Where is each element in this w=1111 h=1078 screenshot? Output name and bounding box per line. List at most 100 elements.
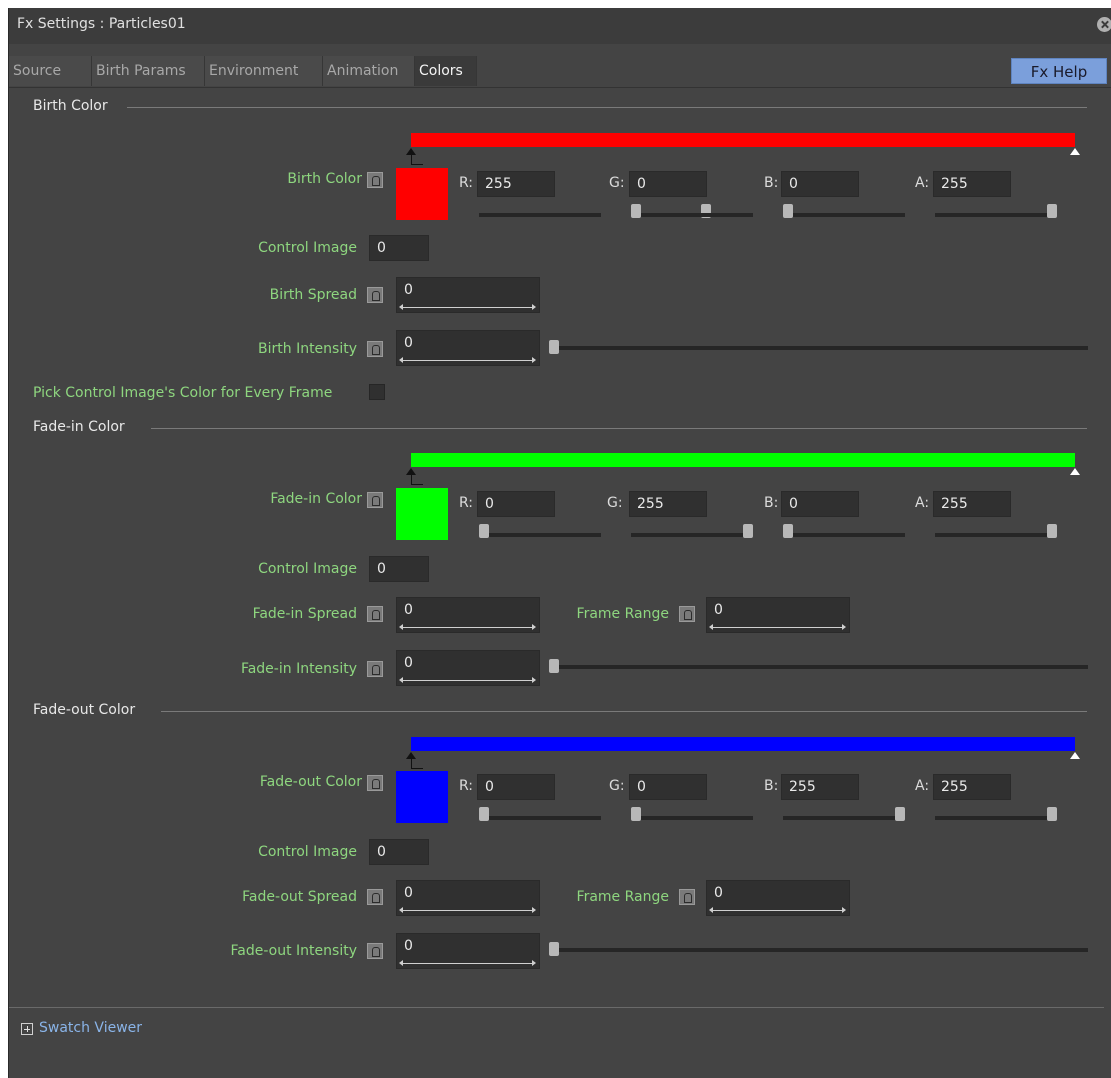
fade-in-intensity-slider[interactable] [549, 665, 1088, 669]
fade-in-control-image-field[interactable]: 0 [369, 556, 429, 582]
fade-in-g-field[interactable]: 255 [629, 491, 707, 517]
birth-r-slider[interactable] [479, 213, 601, 217]
fade-out-intensity-field[interactable]: 0 [396, 933, 540, 969]
pick-control-image-color-checkbox[interactable] [369, 384, 385, 400]
fade-out-b-slider-handle[interactable] [895, 807, 905, 821]
gradient-start-marker[interactable] [406, 752, 416, 759]
fade-out-spread-field[interactable]: 0 [396, 880, 540, 916]
gradient-start-marker[interactable] [406, 468, 416, 475]
birth-a-field[interactable]: 255 [933, 171, 1011, 197]
fx-help-button[interactable]: Fx Help [1011, 58, 1107, 84]
fade-out-color-label: Fade-out Color [259, 774, 362, 790]
birth-b-field[interactable]: 0 [781, 171, 859, 197]
birth-intensity-field[interactable]: 0 [396, 330, 540, 366]
fade-out-intensity-slider-handle[interactable] [549, 942, 559, 956]
b-label: B: [764, 778, 779, 794]
keyframe-icon[interactable] [367, 341, 383, 357]
close-icon[interactable] [1097, 17, 1111, 32]
birth-color-gradient-bar[interactable] [411, 133, 1075, 147]
fade-in-intensity-field[interactable]: 0 [396, 650, 540, 686]
tab-colors[interactable]: Colors [415, 56, 477, 86]
footer-divider [9, 1007, 1104, 1008]
gradient-start-marker[interactable] [406, 148, 416, 155]
r-label: R: [459, 495, 474, 511]
fade-in-b-field[interactable]: 0 [781, 491, 859, 517]
fade-out-a-field[interactable]: 255 [933, 774, 1011, 800]
fade-out-b-slider[interactable] [783, 816, 905, 820]
keyframe-icon[interactable] [367, 606, 383, 622]
expand-plus-icon[interactable] [21, 1023, 33, 1035]
fx-settings-window: Fx Settings : Particles01 Source Birth P… [8, 8, 1111, 1078]
birth-control-image-field[interactable]: 0 [369, 235, 429, 261]
fade-in-a-slider-handle[interactable] [1047, 524, 1057, 538]
birth-spread-field[interactable]: 0 [396, 277, 540, 313]
fade-in-b-slider[interactable] [783, 533, 905, 537]
gradient-end-marker[interactable] [1070, 148, 1080, 155]
birth-color-swatch[interactable] [396, 168, 448, 220]
gradient-end-marker[interactable] [1070, 468, 1080, 475]
fade-out-r-slider[interactable] [479, 816, 601, 820]
marker-link-icon [411, 155, 423, 165]
swatch-viewer-toggle[interactable]: Swatch Viewer [39, 1020, 142, 1036]
fade-in-control-image-label: Control Image [258, 561, 357, 577]
fade-out-color-swatch[interactable] [396, 771, 448, 823]
fade-in-r-slider-handle[interactable] [479, 524, 489, 538]
fade-out-r-slider-handle[interactable] [479, 807, 489, 821]
birth-g-field[interactable]: 0 [629, 171, 707, 197]
tab-source[interactable]: Source [9, 56, 92, 86]
fade-in-spread-label: Fade-in Spread [252, 606, 357, 622]
tab-bar: Source Birth Params Environment Animatio… [9, 46, 1111, 88]
fade-out-frame-range-field[interactable]: 0 [706, 880, 850, 916]
tab-birth-params[interactable]: Birth Params [92, 56, 205, 86]
fade-in-frame-range-label: Frame Range [576, 606, 669, 622]
fade-out-intensity-slider[interactable] [549, 948, 1088, 952]
fade-in-intensity-slider-handle[interactable] [549, 659, 559, 673]
tab-environment[interactable]: Environment [205, 56, 323, 86]
keyframe-icon[interactable] [367, 943, 383, 959]
tab-animation[interactable]: Animation [323, 56, 415, 86]
birth-b-slider[interactable] [783, 213, 905, 217]
fade-in-g-slider-handle[interactable] [743, 524, 753, 538]
fade-out-a-slider[interactable] [935, 816, 1057, 820]
gradient-end-marker[interactable] [1070, 752, 1080, 759]
a-label: A: [915, 778, 930, 794]
keyframe-icon[interactable] [679, 889, 695, 905]
keyframe-icon[interactable] [367, 287, 383, 303]
fade-out-g-slider[interactable] [631, 816, 753, 820]
fade-out-g-slider-handle[interactable] [631, 807, 641, 821]
fade-in-color-gradient-bar[interactable] [411, 453, 1075, 467]
birth-g-slider[interactable] [631, 213, 753, 217]
spread-range-arrow [399, 907, 536, 913]
fade-in-color-swatch[interactable] [396, 488, 448, 540]
birth-b-slider-handle[interactable] [783, 204, 793, 218]
fade-in-frame-range-field[interactable]: 0 [706, 597, 850, 633]
section-header-fade-out-color: Fade-out Color [33, 702, 136, 718]
fade-out-r-field[interactable]: 0 [477, 774, 555, 800]
keyframe-icon[interactable] [367, 889, 383, 905]
birth-intensity-slider[interactable] [549, 346, 1088, 350]
fade-in-r-slider[interactable] [479, 533, 601, 537]
birth-g-slider-handle[interactable] [631, 204, 641, 218]
fade-in-b-slider-handle[interactable] [783, 524, 793, 538]
fade-out-g-field[interactable]: 0 [629, 774, 707, 800]
fade-in-a-slider[interactable] [935, 533, 1057, 537]
birth-a-slider-handle[interactable] [1047, 204, 1057, 218]
fade-in-spread-field[interactable]: 0 [396, 597, 540, 633]
keyframe-icon[interactable] [679, 606, 695, 622]
fade-out-b-field[interactable]: 255 [781, 774, 859, 800]
keyframe-icon[interactable] [367, 775, 383, 791]
fade-in-r-field[interactable]: 0 [477, 491, 555, 517]
fade-in-g-slider[interactable] [631, 533, 753, 537]
fade-in-a-field[interactable]: 255 [933, 491, 1011, 517]
section-divider [151, 428, 1087, 429]
fade-out-a-slider-handle[interactable] [1047, 807, 1057, 821]
birth-intensity-slider-handle[interactable] [549, 340, 559, 354]
keyframe-icon[interactable] [367, 492, 383, 508]
birth-r-field[interactable]: 255 [477, 171, 555, 197]
birth-a-slider[interactable] [935, 213, 1057, 217]
b-label: B: [764, 495, 779, 511]
fade-out-color-gradient-bar[interactable] [411, 737, 1075, 751]
keyframe-icon[interactable] [367, 172, 383, 188]
keyframe-icon[interactable] [367, 661, 383, 677]
fade-out-control-image-field[interactable]: 0 [369, 839, 429, 865]
